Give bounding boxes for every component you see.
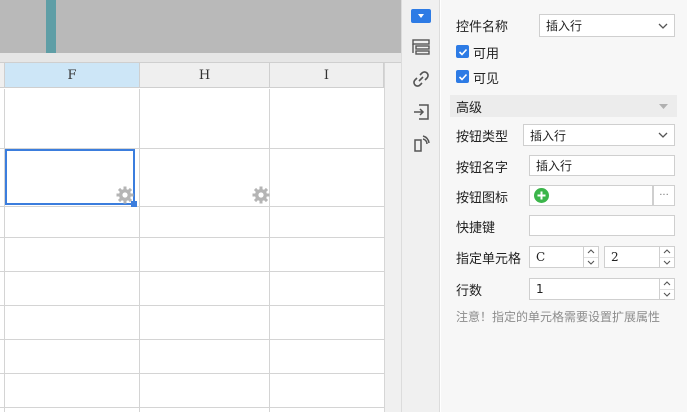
grid-vline [139,89,140,412]
row-count-label: 行数 [456,283,483,299]
advanced-section-title: 高级 [456,100,483,116]
button-name-label: 按钮名字 [456,160,509,176]
chevron-down-icon [658,23,668,29]
column-spinner[interactable] [583,247,598,267]
event-icon[interactable] [410,133,432,155]
button-icon-field[interactable] [529,185,653,206]
column-header-f-label: F [67,67,77,83]
button-name-value: 插入行 [536,159,573,173]
spin-down-icon[interactable] [660,288,674,300]
widget-name-label: 控件名称 [456,19,509,35]
properties-icon-rail [401,0,440,412]
link-icon[interactable] [410,68,432,90]
grid-hline [0,373,384,374]
import-icon[interactable] [410,101,432,123]
enabled-checkbox[interactable] [456,45,469,58]
grid-vline [4,89,5,412]
column-header-h-label: H [198,67,211,83]
grid-hline [0,407,384,408]
shortcut-input[interactable] [529,215,675,236]
row-count-input[interactable]: 1 [529,278,675,300]
target-cell-label: 指定单元格 [456,251,522,267]
button-type-select[interactable]: 插入行 [523,124,675,146]
chevron-down-icon [658,132,668,138]
visible-checkbox[interactable] [456,70,469,83]
button-type-value: 插入行 [530,128,567,143]
check-icon [458,73,467,81]
button-type-label: 按钮类型 [456,129,509,145]
check-icon [458,48,467,56]
gear-icon[interactable] [116,186,134,204]
row-count-spinner[interactable] [659,279,674,299]
layout-icon[interactable] [410,36,432,58]
widget-settings-icon[interactable] [410,5,432,27]
collapse-arrow-icon [659,104,668,109]
row-spinner[interactable] [659,247,674,267]
widget-name-value: 插入行 [546,19,583,33]
button-name-input[interactable]: 插入行 [529,155,675,176]
column-header-i[interactable]: I [270,63,384,88]
column-header-i-label: I [323,67,330,83]
target-cell-column-input[interactable]: C [529,246,599,268]
spin-down-icon[interactable] [584,256,598,268]
column-header-f[interactable]: F [5,63,140,88]
grid-vline [269,89,270,412]
row-count-value: 1 [536,282,544,296]
sheet-top-area [0,0,401,53]
shortcut-label: 快捷键 [456,220,496,236]
enabled-label: 可用 [473,46,500,62]
add-circle-icon [534,188,549,203]
target-cell-row-value: 2 [611,250,619,264]
column-header-h[interactable]: H [140,63,270,88]
advanced-section-header[interactable]: 高级 [450,95,677,117]
grid-hline [0,339,384,340]
browse-icon-button[interactable]: ··· [653,185,675,206]
target-cell-column-value: C [536,250,546,264]
sheet-top-accent [46,0,56,53]
grid-hline [0,206,384,207]
target-cell-row-input[interactable]: 2 [604,246,675,268]
gear-icon[interactable] [252,186,270,204]
sheet-toolbar-strip [0,53,401,63]
note-text: 注意！指定的单元格需要设置扩展属性 [456,310,661,324]
spin-up-icon[interactable] [584,247,598,257]
vertical-scrollbar[interactable] [384,63,401,412]
sheet-grid[interactable] [0,89,384,412]
spin-up-icon[interactable] [660,247,674,257]
visible-label: 可见 [473,71,500,87]
widget-name-select[interactable]: 插入行 [539,14,675,37]
grid-hline [0,305,384,306]
spin-up-icon[interactable] [660,279,674,289]
grid-hline [0,237,384,238]
spin-down-icon[interactable] [660,256,674,268]
button-icon-label: 按钮图标 [456,190,509,206]
grid-hline [0,271,384,272]
